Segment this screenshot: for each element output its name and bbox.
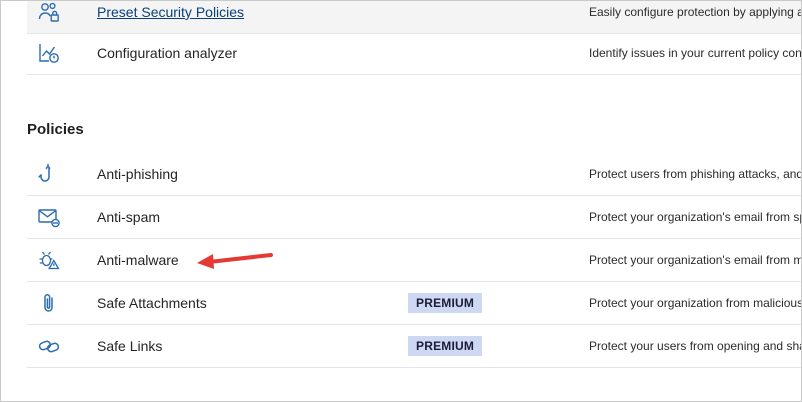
anti-phishing-label: Anti-phishing — [97, 166, 178, 182]
anti-malware-description: Protect your organization's email from m — [589, 253, 802, 267]
chart-check-icon — [37, 41, 61, 65]
safe-links-description: Protect your users from opening and sha — [589, 339, 802, 353]
safe-attachments-description: Protect your organization from malicious — [589, 296, 802, 310]
security-policies-panel: Preset Security Policies Easily configur… — [0, 0, 802, 402]
premium-badge: PREMIUM — [408, 293, 483, 313]
anti-spam-label: Anti-spam — [97, 209, 161, 225]
row-safe-attachments[interactable]: Safe Attachments PREMIUM Protect your or… — [27, 282, 802, 325]
row-configuration-analyzer[interactable]: Configuration analyzer Identify issues i… — [27, 32, 802, 75]
bug-warning-icon — [37, 248, 61, 272]
policies-heading: Policies — [27, 121, 84, 138]
anti-malware-label: Anti-malware — [97, 252, 179, 268]
preset-security-policies-link[interactable]: Preset Security Policies — [97, 1, 244, 33]
people-lock-icon — [37, 1, 61, 24]
link-icon — [37, 334, 61, 358]
safe-attachments-label: Safe Attachments — [97, 295, 207, 311]
fishhook-icon — [37, 162, 61, 186]
mail-block-icon — [37, 205, 61, 229]
anti-spam-description: Protect your organization's email from s… — [589, 210, 802, 224]
premium-badge: PREMIUM — [408, 336, 483, 356]
row-preset-security-policies[interactable]: Preset Security Policies Easily configur… — [27, 1, 802, 34]
configuration-analyzer-description: Identify issues in your current policy c… — [589, 46, 802, 60]
safe-links-label: Safe Links — [97, 338, 163, 354]
row-safe-links[interactable]: Safe Links PREMIUM Protect your users fr… — [27, 325, 802, 368]
preset-security-policies-description: Easily configure protection by applying … — [589, 5, 802, 19]
row-anti-phishing[interactable]: Anti-phishing Protect users from phishin… — [27, 153, 802, 196]
row-anti-spam[interactable]: Anti-spam Protect your organization's em… — [27, 196, 802, 239]
paperclip-icon — [37, 291, 61, 315]
configuration-analyzer-label: Configuration analyzer — [97, 45, 238, 61]
row-anti-malware[interactable]: Anti-malware Protect your organization's… — [27, 239, 802, 282]
anti-phishing-description: Protect users from phishing attacks, and — [589, 167, 802, 181]
red-arrow-icon — [191, 247, 281, 273]
